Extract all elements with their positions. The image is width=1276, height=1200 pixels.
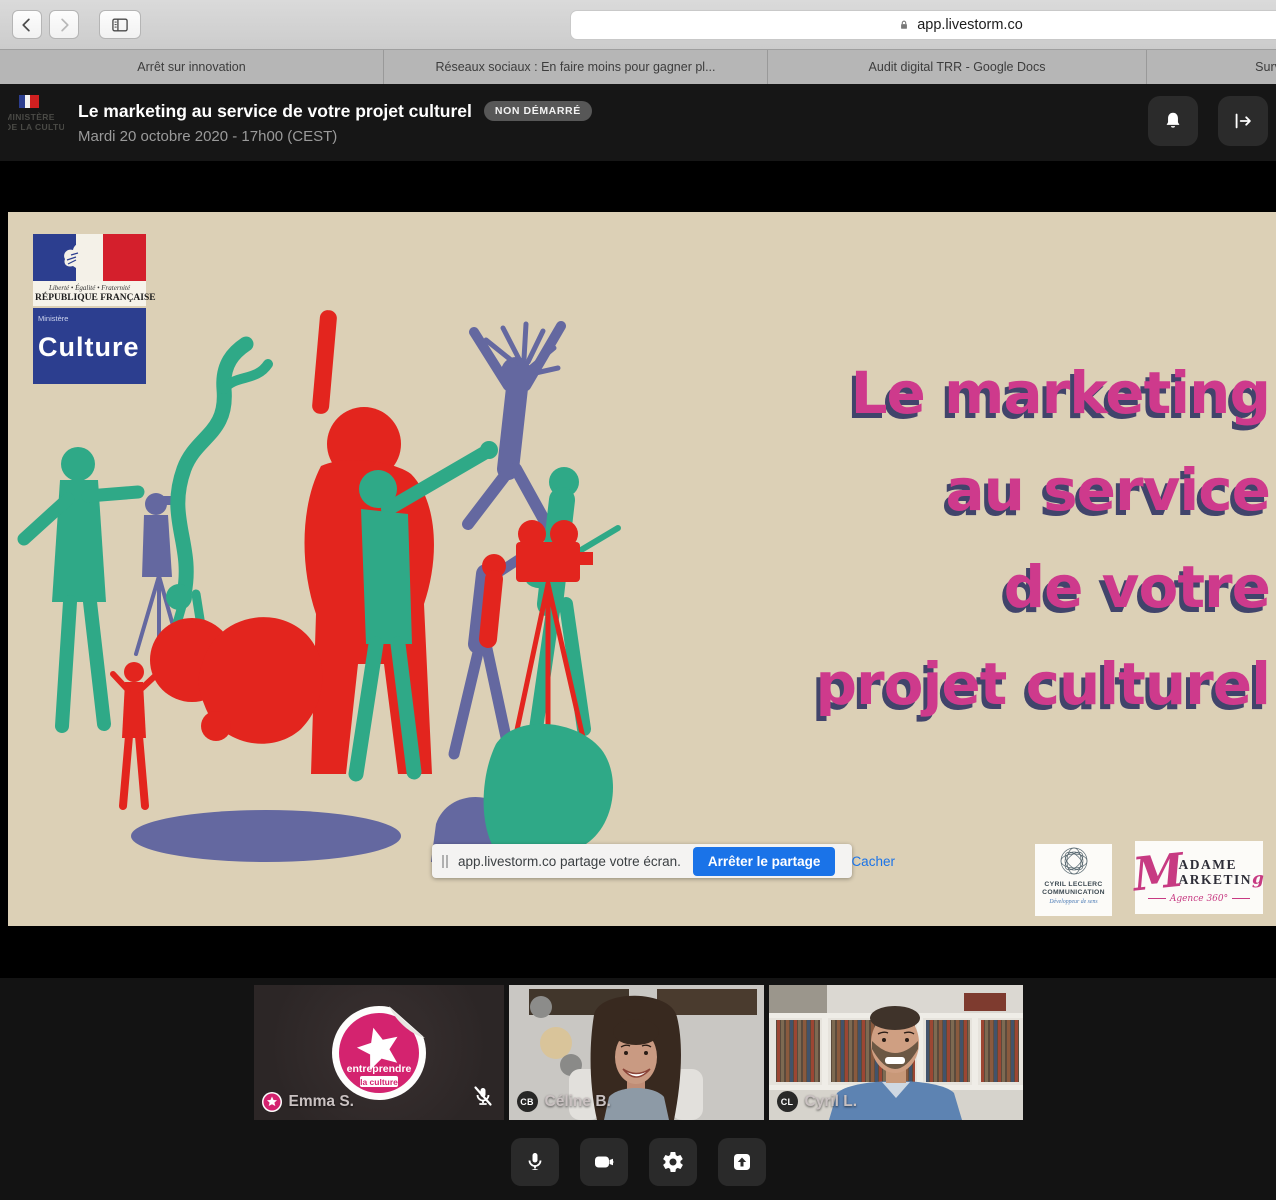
slide-title: Le marketing au service de votre projet … [816, 345, 1271, 733]
share-screen-button[interactable] [718, 1138, 766, 1186]
stop-sharing-button[interactable]: Arrêter le partage [693, 847, 836, 876]
entreprendre-culture-sticker: entreprendre la culture [331, 1005, 427, 1101]
participant-tile-emma[interactable]: entreprendre la culture Emma S. [254, 985, 504, 1120]
gear-icon [661, 1150, 685, 1174]
tab-bar: Arrêt sur innovation Réseaux sociaux : E… [0, 50, 1276, 84]
chevron-right-icon [55, 16, 73, 34]
sidebar-toggle-button[interactable] [99, 10, 141, 39]
tab-surveymonkey[interactable]: SurveyMonkey [1147, 50, 1276, 84]
webinar-header: MINISTÈRE DE LA CULTURE Le marketing au … [0, 84, 1276, 161]
drag-handle-icon[interactable] [442, 855, 448, 868]
madame-marketing-logo: M ADAME ARKETINg Agence 360° [1135, 841, 1263, 914]
cyril-logo-line2: COMMUNICATION [1035, 889, 1112, 897]
participant-tiles: entreprendre la culture Emma S. [0, 978, 1276, 1120]
microphone-button[interactable] [511, 1138, 559, 1186]
meeting-footer: entreprendre la culture Emma S. [0, 978, 1276, 1200]
url-text: app.livestorm.co [917, 17, 1023, 33]
madame-initial: M [1131, 849, 1186, 894]
stage: Liberté • Égalité • Fraternité RÉPUBLIQU… [0, 161, 1276, 978]
cyril-leclerc-logo: CYRIL LECLERC COMMUNICATION Développeur … [1035, 844, 1112, 916]
tab-audit-digital[interactable]: Audit digital TRR - Google Docs [768, 50, 1147, 84]
tab-arret-sur-innovation[interactable]: Arrêt sur innovation [0, 50, 384, 84]
chevron-left-icon [18, 16, 36, 34]
browser-toolbar: app.livestorm.co [0, 0, 1276, 50]
culture-text: Culture [38, 332, 141, 363]
madame-word2: ARKETIN [1179, 872, 1253, 887]
camera-icon [592, 1150, 616, 1174]
tab-label: Audit digital TRR - Google Docs [869, 60, 1046, 74]
address-bar[interactable]: app.livestorm.co [570, 10, 1276, 40]
sidebar-icon [110, 15, 130, 35]
hide-toast-button[interactable]: Cacher [845, 850, 901, 873]
ministry-logo-line1: MINISTÈRE [8, 112, 64, 122]
browser-window: app.livestorm.co Arrêt sur innovation Ré… [0, 0, 1276, 1200]
participant-tile-cyril[interactable]: CL Cyril L. [769, 985, 1023, 1120]
ministry-logo-line2: DE LA CULTURE [8, 122, 64, 132]
lock-icon [897, 18, 911, 32]
camera-button[interactable] [580, 1138, 628, 1186]
notifications-button[interactable] [1148, 96, 1198, 146]
share-screen-icon [730, 1150, 754, 1174]
tab-label: Réseaux sociaux : En faire moins pour ga… [435, 60, 715, 74]
sticker-line1: entreprendre [346, 1063, 411, 1075]
back-button[interactable] [12, 10, 42, 39]
bell-icon [1162, 110, 1184, 132]
microphone-icon [523, 1150, 547, 1174]
ministere-text: Ministère [38, 314, 141, 323]
mic-muted-icon [471, 1084, 495, 1113]
madame-g: g [1252, 869, 1265, 889]
shared-screen-slide: Liberté • Égalité • Fraternité RÉPUBLIQU… [8, 212, 1276, 926]
performers-silhouettes-illustration [16, 304, 661, 874]
ministere-culture-logo: MINISTÈRE DE LA CULTURE [8, 92, 64, 154]
settings-button[interactable] [649, 1138, 697, 1186]
tab-reseaux-sociaux[interactable]: Réseaux sociaux : En faire moins pour ga… [384, 50, 768, 84]
rosette-icon [1059, 846, 1089, 876]
cyril-logo-line1: CYRIL LECLERC [1035, 881, 1112, 889]
participant-name: Céline B. [545, 1093, 611, 1111]
webinar-datetime: Mardi 20 octobre 2020 - 17h00 (CEST) [78, 128, 592, 145]
avatar: CL [777, 1091, 798, 1112]
share-toast-message: app.livestorm.co partage votre écran. [458, 854, 681, 869]
forward-button[interactable] [49, 10, 79, 39]
call-controls [0, 1138, 1276, 1186]
slide-title-line: au service [816, 442, 1271, 539]
slide-title-line: de votre [816, 539, 1271, 636]
participant-name: Emma S. [289, 1093, 354, 1111]
slide-title-line: Le marketing [816, 345, 1271, 442]
screen-share-toast: app.livestorm.co partage votre écran. Ar… [432, 844, 852, 878]
french-flag-icon [19, 95, 39, 108]
cyril-logo-tagline: Développeur de sens [1035, 899, 1112, 905]
slide-title-line: projet culturel [816, 636, 1271, 733]
republique-francaise-culture-logo: Liberté • Égalité • Fraternité RÉPUBLIQU… [33, 234, 146, 384]
participant-tile-celine[interactable]: CB Céline B. [509, 985, 764, 1120]
leave-button[interactable] [1218, 96, 1268, 146]
avatar [262, 1092, 282, 1112]
participant-name: Cyril L. [805, 1093, 858, 1111]
motto-text: Liberté • Égalité • Fraternité [35, 284, 144, 292]
marianne-flag-icon [33, 234, 146, 281]
leave-icon [1232, 110, 1254, 132]
tab-label: SurveyMonkey [1255, 60, 1276, 74]
webinar-title: Le marketing au service de votre projet … [78, 101, 472, 122]
republic-text: RÉPUBLIQUE FRANÇAISE [35, 293, 144, 303]
tab-label: Arrêt sur innovation [137, 60, 245, 74]
status-badge: NON DÉMARRÉ [484, 101, 592, 121]
avatar: CB [517, 1091, 538, 1112]
sticker-line2: la culture [360, 1077, 398, 1087]
